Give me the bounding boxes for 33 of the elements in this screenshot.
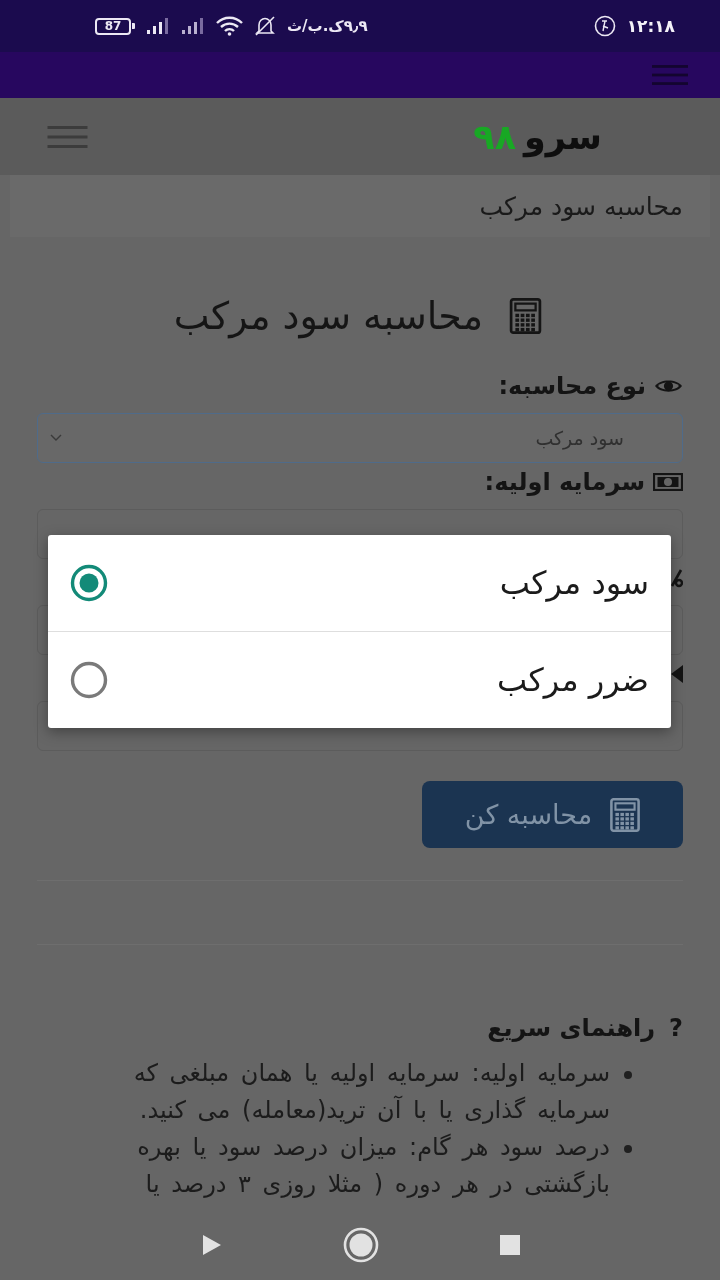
guide-text: درصد سود هر گام: میزان درصد سود یا بهره بازگشتی در هر دوره ( مثلا روزی ۳ درصد یا — [136, 1132, 610, 1200]
radio-option[interactable]: سود مرکب — [48, 535, 671, 631]
chevron-down-icon — [50, 434, 62, 442]
breadcrumb-text: محاسبه سود مرکب — [10, 175, 710, 237]
banknote-icon — [653, 473, 683, 491]
bell-off-icon — [254, 16, 276, 36]
radio-icon[interactable] — [70, 564, 108, 602]
percent-icon — [669, 568, 683, 588]
bullet-icon — [624, 1145, 632, 1153]
page-title: محاسبه سود مرکب — [173, 294, 484, 338]
wifi-icon — [216, 16, 243, 36]
calculate-button[interactable]: محاسبه کن — [422, 781, 683, 848]
network-speed: ۹٫۹ک.ب/ث — [287, 17, 368, 35]
bullet-icon — [624, 1071, 632, 1079]
signal-icon — [146, 18, 170, 34]
back-icon[interactable] — [202, 1234, 222, 1256]
eye-icon — [654, 377, 683, 395]
logo-name: سرو — [524, 116, 602, 157]
field-label: سرمایه اولیه: — [484, 468, 645, 496]
radio-option[interactable]: ضرر مرکب — [48, 631, 671, 728]
circled-icon — [593, 15, 616, 37]
clock-time: ۱۲:۱۸ — [626, 16, 675, 36]
guide-text: سرمایه اولیه: سرمایه اولیه یا همان مبلغی که سرمایه گذاری یا با آن ترید(معامله) می کنید. — [132, 1058, 610, 1126]
radio-icon[interactable] — [70, 661, 108, 699]
question-mark: ? — [669, 1014, 683, 1042]
battery-indicator: 87 — [95, 17, 135, 35]
signal-icon — [181, 18, 205, 34]
field-label: نوع محاسبه: — [498, 372, 646, 400]
home-icon[interactable] — [343, 1227, 379, 1263]
guide-title: راهنمای سریع — [487, 1014, 656, 1042]
logo-number: ۹۸ — [473, 116, 517, 157]
triangle-icon — [671, 665, 683, 683]
calculator-icon — [610, 797, 641, 832]
